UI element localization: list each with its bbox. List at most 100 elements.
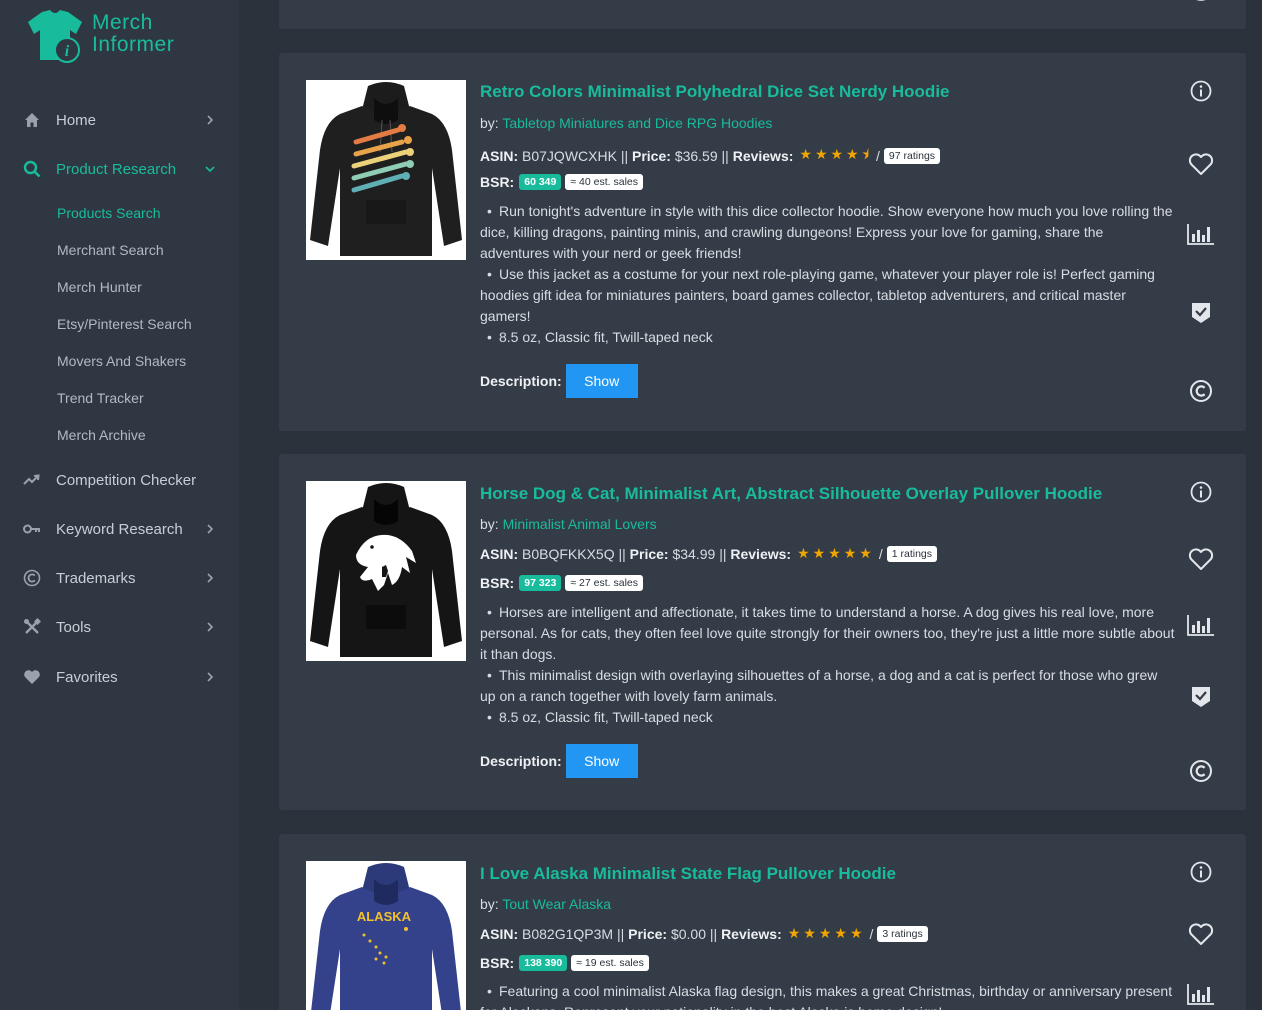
sidebar-subitem-merch-archive[interactable]: Merch Archive xyxy=(57,427,146,443)
product-card: Horse Dog & Cat, Minimalist Art, Abstrac… xyxy=(279,454,1246,810)
tools-icon xyxy=(22,617,42,637)
show-description-button[interactable]: Show xyxy=(565,744,638,778)
sidebar-item-label: Favorites xyxy=(56,668,118,686)
description-row: Description: Show xyxy=(480,744,638,778)
sidebar-item-competition-checker[interactable]: Competition Checker xyxy=(0,462,239,498)
ratings-count-badge: 1 ratings xyxy=(886,545,938,562)
chevron-down-icon xyxy=(205,166,215,173)
asin-value: B07JQWCXHK xyxy=(522,148,617,164)
sidebar-item-product-research[interactable]: Product Research xyxy=(0,151,239,187)
home-icon xyxy=(22,110,42,130)
hoodie-print-text: ALASKA xyxy=(357,909,412,924)
star-rating: ★★★★★ xyxy=(797,545,875,561)
asin-label: ASIN: xyxy=(480,925,519,942)
by-label: by: xyxy=(480,896,499,912)
svg-text:i: i xyxy=(65,43,70,60)
sidebar-subitem-merch-hunter[interactable]: Merch Hunter xyxy=(57,279,142,295)
product-bullets: Featuring a cool minimalist Alaska flag … xyxy=(480,981,1175,1010)
copyright-icon[interactable] xyxy=(1186,376,1216,406)
description-label: Description: xyxy=(480,753,562,769)
info-icon[interactable] xyxy=(1189,0,1213,2)
brand-logo[interactable]: i Merch Informer xyxy=(24,6,194,66)
brand-name: Merch Informer xyxy=(92,12,174,56)
product-meta: ASIN: B082G1QP3M || Price: $0.00 || Revi… xyxy=(480,925,928,942)
product-byline: by: Tabletop Miniatures and Dice RPG Hoo… xyxy=(480,115,772,131)
shield-check-icon[interactable] xyxy=(1186,298,1216,328)
bsr-badge: 138 390 xyxy=(519,955,568,971)
brand-link[interactable]: Tout Wear Alaska xyxy=(502,896,611,912)
copyright-icon[interactable] xyxy=(1186,756,1216,786)
favorite-heart-icon[interactable] xyxy=(1186,919,1216,949)
brand-link[interactable]: Minimalist Animal Lovers xyxy=(503,516,657,532)
bar-chart-icon[interactable] xyxy=(1186,610,1216,640)
brand-line2: Informer xyxy=(92,33,175,56)
product-bsr: BSR: 60 349 ≈ 40 est. sales xyxy=(480,174,643,190)
asin-label: ASIN: xyxy=(480,148,519,164)
product-bullets: Horses are intelligent and affectionate,… xyxy=(480,602,1175,728)
est-sales-badge: ≈ 19 est. sales xyxy=(571,955,649,971)
tshirt-logo-icon: i xyxy=(28,10,82,63)
sidebar-item-favorites[interactable]: Favorites xyxy=(0,659,239,695)
favorite-heart-icon[interactable] xyxy=(1186,544,1216,574)
ratings-count-badge: 97 ratings xyxy=(883,148,941,164)
info-icon[interactable] xyxy=(1186,76,1216,106)
sidebar: i Merch Informer Home Product Research P… xyxy=(0,0,239,1010)
reviews-label: Reviews: xyxy=(732,148,794,164)
shield-check-icon[interactable] xyxy=(1186,682,1216,712)
product-byline: by: Tout Wear Alaska xyxy=(480,896,611,912)
separator: || xyxy=(709,925,718,942)
bullet-point: Run tonight's adventure in style with th… xyxy=(480,201,1175,264)
product-byline: by: Minimalist Animal Lovers xyxy=(480,516,657,532)
favorite-heart-icon[interactable] xyxy=(1186,149,1216,179)
hoodie-image xyxy=(310,82,462,256)
sidebar-item-keyword-research[interactable]: Keyword Research xyxy=(0,511,239,547)
chevron-right-icon xyxy=(207,115,214,125)
chevron-right-icon xyxy=(207,573,214,583)
chevron-right-icon xyxy=(207,524,214,534)
sidebar-item-trademarks[interactable]: Trademarks xyxy=(0,560,239,596)
sidebar-item-tools[interactable]: Tools xyxy=(0,609,239,645)
product-bsr: BSR: 97 323 ≈ 27 est. sales xyxy=(480,575,643,591)
bullet-point: Horses are intelligent and affectionate,… xyxy=(480,602,1175,665)
product-image[interactable]: ALASKA xyxy=(306,861,466,1010)
reviews-label: Reviews: xyxy=(730,545,792,562)
bsr-label: BSR: xyxy=(480,575,515,591)
show-description-button[interactable]: Show xyxy=(565,364,638,398)
product-card-previous xyxy=(279,0,1246,29)
bsr-label: BSR: xyxy=(480,174,515,190)
product-title[interactable]: I Love Alaska Minimalist State Flag Pull… xyxy=(480,864,896,884)
copyright-icon xyxy=(22,568,42,588)
sidebar-subitem-products-search[interactable]: Products Search xyxy=(57,205,161,221)
sidebar-subitem-merchant-search[interactable]: Merchant Search xyxy=(57,242,164,258)
sidebar-item-label: Home xyxy=(56,111,97,129)
separator: || xyxy=(618,545,626,562)
sidebar-item-label: Keyword Research xyxy=(56,520,183,538)
bar-chart-icon[interactable] xyxy=(1186,979,1216,1009)
bullet-point: Use this jacket as a costume for your ne… xyxy=(480,264,1175,327)
info-icon[interactable] xyxy=(1186,857,1216,887)
star-rating: ★★★★⯨ xyxy=(799,146,873,162)
sidebar-item-label: Tools xyxy=(56,618,92,636)
asin-value: B082G1QP3M xyxy=(522,925,614,942)
sidebar-item-label: Product Research xyxy=(56,160,177,178)
product-image[interactable] xyxy=(306,80,466,260)
hoodie-image xyxy=(310,483,462,657)
sidebar-item-label: Competition Checker xyxy=(56,471,197,489)
product-image[interactable] xyxy=(306,481,466,661)
info-icon[interactable] xyxy=(1186,477,1216,507)
brand-line1: Merch xyxy=(92,11,153,34)
sidebar-item-home[interactable]: Home xyxy=(0,102,239,138)
product-title[interactable]: Horse Dog & Cat, Minimalist Art, Abstrac… xyxy=(480,484,1102,504)
product-title[interactable]: Retro Colors Minimalist Polyhedral Dice … xyxy=(480,82,950,102)
sidebar-subitem-movers-and-shakers[interactable]: Movers And Shakers xyxy=(57,353,186,369)
asin-label: ASIN: xyxy=(480,545,519,562)
sidebar-subitem-etsy-pinterest-search[interactable]: Etsy/Pinterest Search xyxy=(57,316,192,332)
sidebar-subitem-trend-tracker[interactable]: Trend Tracker xyxy=(57,390,144,406)
brand-link[interactable]: Tabletop Miniatures and Dice RPG Hoodies xyxy=(502,115,772,131)
hoodie-image: ALASKA xyxy=(311,863,461,1010)
star-rating: ★★★★★ xyxy=(787,925,866,941)
bullet-point: 8.5 oz, Classic fit, Twill-taped neck xyxy=(480,707,1175,728)
bar-chart-icon[interactable] xyxy=(1186,219,1216,249)
chevron-right-icon xyxy=(207,672,214,682)
price-label: Price: xyxy=(632,148,671,164)
